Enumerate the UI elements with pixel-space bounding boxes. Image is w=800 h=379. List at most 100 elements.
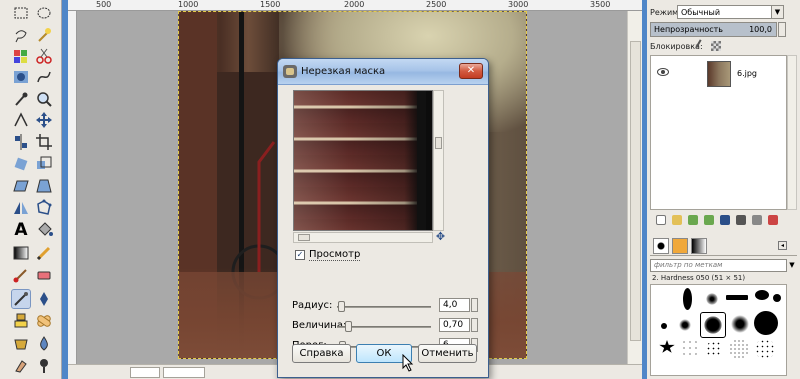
ruler-tick: 3000 [508, 0, 529, 9]
raise-layer-icon[interactable] [688, 215, 698, 225]
brush-item-selected[interactable] [700, 312, 726, 338]
preview-checkbox[interactable]: ✓ [295, 250, 305, 260]
mask-layer-icon[interactable] [752, 215, 762, 225]
new-layer-group-icon[interactable] [672, 215, 682, 225]
paintbrush-icon[interactable] [12, 266, 30, 284]
pencil-icon[interactable] [35, 244, 53, 262]
delete-layer-icon[interactable] [768, 215, 778, 225]
scale-icon[interactable] [35, 155, 53, 173]
preview-horizontal-scrollbar[interactable] [293, 232, 433, 243]
brush-item[interactable] [706, 341, 722, 357]
amount-spin-buttons[interactable] [471, 318, 478, 332]
perspective-clone-icon[interactable] [12, 335, 30, 353]
eraser-icon[interactable] [35, 266, 53, 284]
ink-icon[interactable] [35, 290, 53, 308]
toolbox: A [0, 0, 62, 379]
scissors-icon[interactable] [35, 47, 53, 65]
help-button[interactable]: Справка [292, 344, 351, 363]
pattern-tab-icon[interactable] [672, 238, 688, 254]
layer-row[interactable]: 6.jpg [651, 59, 786, 89]
radius-field[interactable]: 4,0 [439, 298, 470, 312]
brush-item[interactable] [773, 294, 781, 302]
panel-menu-icon[interactable]: ◂ [778, 241, 787, 250]
slider-handle[interactable] [345, 321, 352, 332]
canvas-vertical-scrollbar[interactable] [627, 11, 642, 364]
chevron-down-icon[interactable]: ▼ [771, 5, 784, 19]
slider-handle[interactable] [338, 301, 345, 312]
bucket-fill-icon[interactable] [35, 221, 53, 239]
zoom-icon[interactable] [35, 90, 53, 108]
brush-item[interactable] [681, 339, 699, 357]
new-layer-icon[interactable] [656, 215, 666, 225]
mode-select[interactable]: Обычный [677, 5, 784, 19]
brush-item[interactable] [679, 319, 691, 331]
shear-icon[interactable] [12, 177, 30, 195]
measure-icon[interactable] [12, 111, 30, 129]
radius-slider[interactable] [337, 301, 431, 312]
preview-label[interactable]: Просмотр [309, 249, 361, 261]
brush-item[interactable] [726, 295, 748, 300]
brush-item[interactable] [731, 315, 749, 333]
ruler-tick: 2000 [344, 0, 365, 9]
preview-image[interactable] [293, 90, 433, 231]
amount-field[interactable]: 0,70 [439, 318, 470, 332]
radius-label: Радиус: [292, 300, 333, 311]
foreground-select-icon[interactable] [12, 68, 30, 86]
close-button[interactable]: ✕ [459, 63, 483, 79]
blur-icon[interactable] [35, 335, 53, 353]
ellipse-select-icon[interactable] [35, 4, 53, 22]
opacity-slider[interactable]: Непрозрачность 100,0 [650, 22, 777, 37]
lasso-icon[interactable] [12, 26, 30, 44]
gradient-tab-icon[interactable] [691, 238, 707, 254]
paths-icon[interactable] [35, 68, 53, 86]
brush-tab-icon[interactable] [653, 238, 669, 254]
airbrush-icon[interactable] [11, 289, 31, 309]
brush-item[interactable] [659, 340, 675, 353]
flip-icon[interactable] [12, 199, 30, 217]
brush-item[interactable] [755, 290, 769, 300]
smudge-icon[interactable] [12, 356, 30, 374]
move-icon[interactable] [35, 111, 53, 129]
brush-item[interactable] [683, 288, 692, 310]
status-field-zoom[interactable] [163, 367, 205, 378]
clone-icon[interactable] [12, 312, 30, 330]
color-picker-icon[interactable] [12, 90, 30, 108]
dodge-burn-icon[interactable] [35, 356, 53, 374]
chevron-down-icon[interactable]: ▼ [787, 259, 797, 272]
preview-vertical-scrollbar[interactable] [433, 90, 444, 231]
crop-icon[interactable] [35, 133, 53, 151]
scrollbar-thumb[interactable] [630, 41, 641, 341]
status-field-units[interactable] [130, 367, 160, 378]
navigate-icon[interactable]: ✥ [435, 231, 446, 243]
blend-icon[interactable] [12, 244, 30, 262]
rect-select-icon[interactable] [12, 4, 30, 22]
brush-filter-input[interactable]: фильтр по меткам [650, 259, 787, 272]
lock-alpha-icon[interactable] [711, 41, 721, 51]
anchor-layer-icon[interactable] [736, 215, 746, 225]
radius-spin-buttons[interactable] [471, 298, 478, 312]
align-icon[interactable] [12, 133, 30, 151]
brush-grid[interactable] [650, 284, 787, 376]
brush-item[interactable] [729, 339, 749, 359]
duplicate-layer-icon[interactable] [720, 215, 730, 225]
brush-item[interactable] [755, 339, 775, 359]
text-icon[interactable]: A [12, 221, 30, 239]
layers-scrollbar[interactable] [787, 55, 797, 210]
brush-item[interactable] [754, 311, 778, 335]
scrollbar-thumb[interactable] [298, 234, 310, 241]
rotate-icon[interactable] [12, 155, 30, 173]
eye-icon[interactable] [657, 68, 669, 76]
perspective-icon[interactable] [35, 177, 53, 195]
scrollbar-thumb[interactable] [435, 137, 442, 149]
opacity-spin-buttons[interactable] [778, 22, 786, 37]
cancel-button[interactable]: Отменить [418, 344, 477, 363]
amount-slider[interactable] [337, 321, 431, 332]
lower-layer-icon[interactable] [704, 215, 714, 225]
fuzzy-select-icon[interactable] [35, 26, 53, 44]
dialog-titlebar[interactable]: Нерезкая маска ✕ [278, 59, 488, 85]
brush-item[interactable] [706, 293, 718, 305]
by-color-select-icon[interactable] [12, 47, 30, 65]
brush-item[interactable] [661, 323, 667, 329]
cage-icon[interactable] [35, 199, 53, 217]
heal-icon[interactable] [35, 312, 53, 330]
